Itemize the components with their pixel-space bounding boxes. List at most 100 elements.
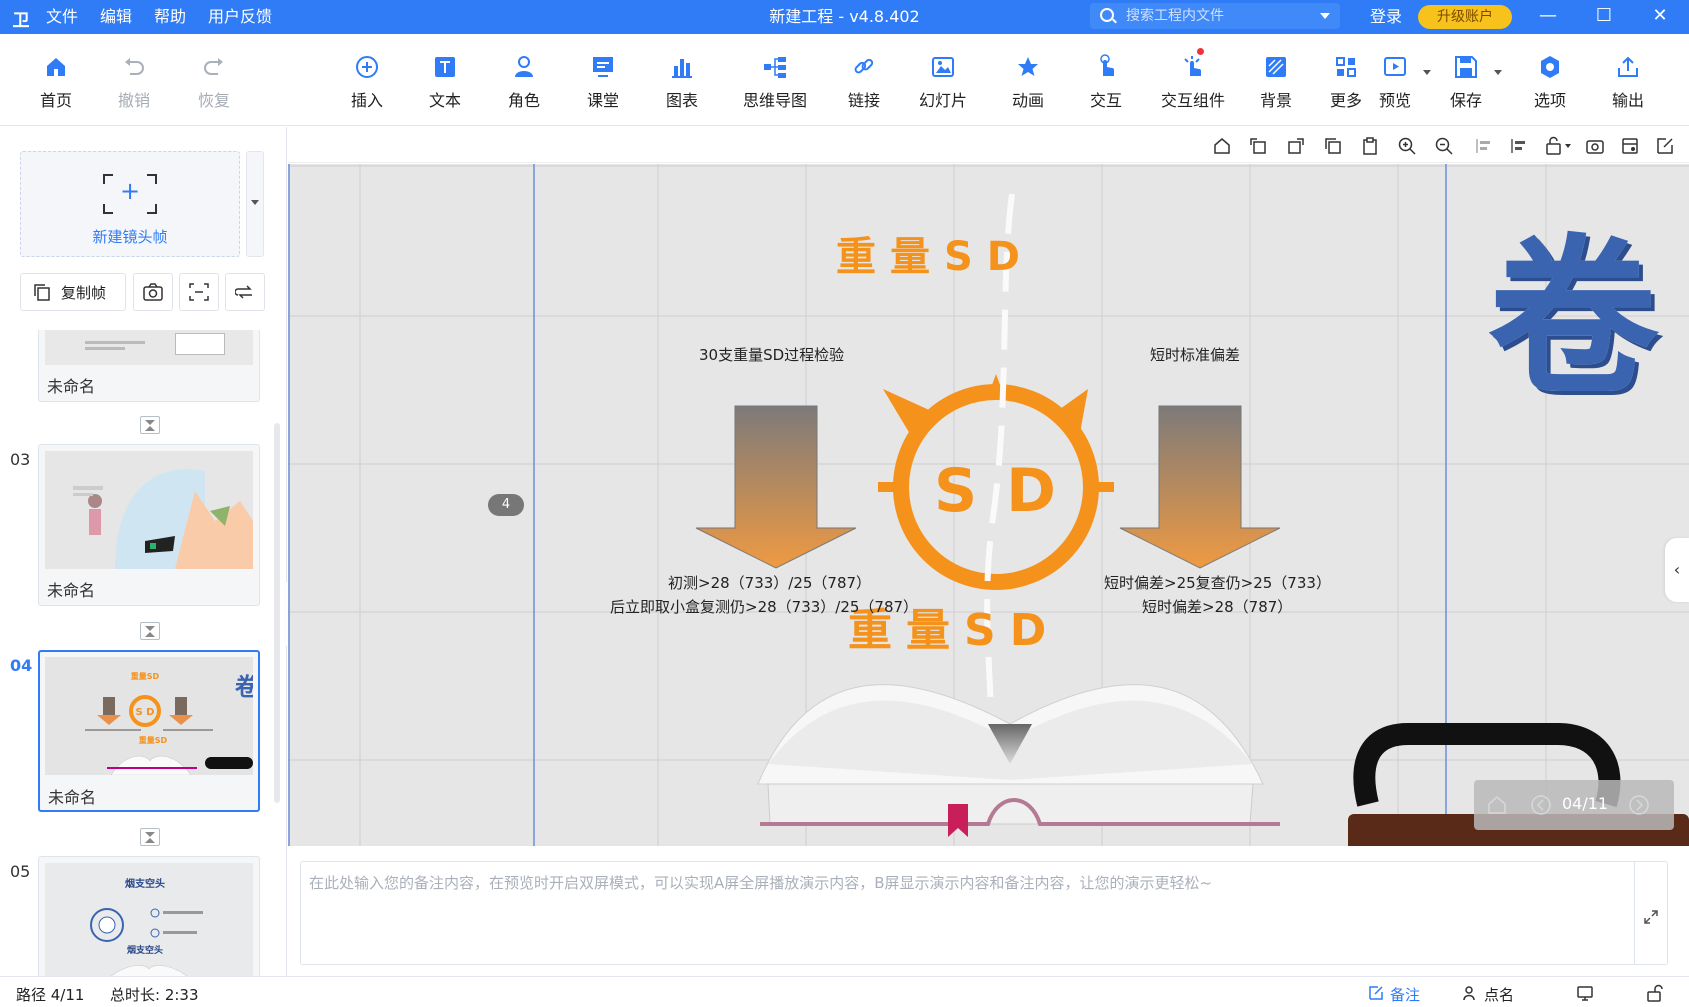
screen-icon[interactable] [1576, 984, 1594, 1002]
classroom-button[interactable]: 课堂 [565, 54, 641, 111]
transition-icon[interactable] [140, 416, 160, 434]
mindmap-button[interactable]: 思维导图 [735, 54, 815, 111]
zoom-in-icon[interactable] [1397, 136, 1417, 156]
link-button[interactable]: 链接 [826, 54, 902, 111]
left-text-2[interactable]: 后立即取小盒复测仍>28（733）/25（787） [610, 596, 918, 617]
menu-help[interactable]: 帮助 [154, 0, 186, 34]
slides-button[interactable]: 幻灯片 [905, 54, 981, 111]
menu-feedback[interactable]: 用户反馈 [208, 0, 272, 34]
panel-scrollbar[interactable] [274, 423, 280, 803]
left-text-1[interactable]: 初测>28（733）/25（787） [668, 572, 871, 593]
fit-frame-button[interactable] [179, 273, 219, 311]
notification-dot [1197, 48, 1204, 55]
rollcall-button[interactable]: 点名 [1484, 984, 1514, 1005]
animation-button[interactable]: 动画 [990, 54, 1066, 111]
project-search[interactable] [1090, 3, 1340, 29]
interaction-button[interactable]: 交互 [1068, 54, 1144, 111]
notes-toggle-button[interactable]: 备注 [1390, 984, 1420, 1005]
new-frame-button[interactable]: + 新建镜头帧 [20, 151, 240, 257]
edit-icon[interactable] [1655, 136, 1675, 156]
copy-frame-button[interactable]: 复制帧 [20, 273, 126, 311]
slide-number: 03 [10, 450, 31, 469]
upgrade-button[interactable]: 升级账户 [1418, 5, 1512, 29]
rotate-left-icon[interactable] [1248, 136, 1268, 156]
fit-screen-icon [189, 283, 209, 301]
mindmap-label: 思维导图 [742, 91, 807, 110]
slide-card[interactable]: 未命名 [38, 330, 260, 402]
canvas-toolbar [288, 127, 1689, 163]
transition-icon[interactable] [140, 828, 160, 846]
interactive-component-button[interactable]: 交互组件 [1151, 48, 1235, 111]
next-page-icon[interactable] [1628, 794, 1650, 816]
down-arrow-left [695, 405, 857, 569]
minimize-icon[interactable]: — [1528, 0, 1568, 34]
prev-page-icon[interactable] [1530, 794, 1552, 816]
preview-button[interactable]: 预览 [1357, 54, 1433, 111]
search-input[interactable] [1126, 6, 1306, 26]
collapse-right-panel-button[interactable]: ‹ [1665, 538, 1689, 602]
path-marker[interactable]: 4 [488, 494, 524, 516]
expand-icon[interactable] [1643, 909, 1659, 925]
zoom-out-icon[interactable] [1434, 136, 1454, 156]
slide-canvas[interactable]: 重量SD 重量SD S D 30支重量SD过程检验 短时标准偏差 初测>28（7… [288, 164, 1689, 846]
transition-icon[interactable] [140, 622, 160, 640]
slide-title-top[interactable]: 重量SD [836, 224, 1034, 282]
right-arrow-label[interactable]: 短时标准偏差 [1150, 344, 1240, 365]
thumb-art: 重量SD S D 重量SD 卷 [45, 657, 253, 775]
new-frame-dropdown[interactable] [246, 151, 264, 257]
bar-chart-icon [672, 59, 692, 78]
align-icon[interactable] [1474, 136, 1494, 156]
character-button[interactable]: 角色 [486, 54, 562, 111]
snapshot-button[interactable] [133, 273, 173, 311]
background-button[interactable]: 背景 [1238, 54, 1314, 111]
image-settings-icon[interactable] [1620, 136, 1640, 156]
slide-name: 未命名 [48, 788, 97, 807]
lock-icon[interactable] [1544, 136, 1574, 156]
link-icon [854, 58, 874, 74]
save-dropdown-icon[interactable] [1494, 70, 1502, 75]
home-icon[interactable] [1486, 794, 1508, 816]
copy-frame-label: 复制帧 [61, 284, 107, 302]
slide-card[interactable]: 烟支空头 烟支空头 [38, 856, 260, 976]
redo-label: 恢复 [197, 91, 230, 110]
thumb-title-bottom: 重量SD [139, 735, 168, 745]
right-text-1[interactable]: 短时偏差>25复查仍>25（733） [1104, 572, 1331, 593]
thumb-badge: 卷 [235, 673, 253, 701]
play-icon [1384, 57, 1406, 76]
redo-button[interactable]: 恢复 [176, 54, 252, 111]
duration-status: 总时长: 2:33 [110, 986, 199, 1004]
menu-file[interactable]: 文件 [46, 0, 78, 34]
switch-frame-button[interactable] [225, 273, 265, 311]
copy-icon[interactable] [1323, 136, 1343, 156]
sd-center-text: S D [934, 456, 1060, 526]
close-icon[interactable]: ✕ [1640, 0, 1680, 34]
text-button[interactable]: 文本 [407, 54, 483, 111]
undo-button[interactable]: 撤销 [96, 54, 172, 111]
slide-card-active[interactable]: 重量SD S D 重量SD 卷 未命名 [38, 650, 260, 812]
menu-edit[interactable]: 编辑 [100, 0, 132, 34]
mindmap-icon [764, 57, 786, 78]
camera-icon [143, 283, 163, 301]
big-character[interactable]: 卷 [1488, 234, 1658, 404]
paste-icon[interactable] [1360, 136, 1380, 156]
slide-card[interactable]: 未命名 [38, 444, 260, 606]
link-label: 链接 [847, 91, 880, 110]
camera-icon[interactable] [1585, 136, 1605, 156]
unlock-icon[interactable] [1646, 984, 1664, 1002]
login-link[interactable]: 登录 [1370, 0, 1402, 34]
insert-button[interactable]: 插入 [329, 54, 405, 111]
left-arrow-label[interactable]: 30支重量SD过程检验 [699, 344, 844, 365]
notes-input[interactable] [300, 861, 1668, 965]
right-text-2[interactable]: 短时偏差>28（787） [1142, 596, 1292, 617]
maximize-icon[interactable]: ☐ [1584, 0, 1624, 34]
export-button[interactable]: 输出 [1590, 54, 1666, 111]
options-button[interactable]: 选项 [1512, 54, 1588, 111]
home-button[interactable]: 首页 [18, 54, 94, 111]
rotate-right-icon[interactable] [1286, 136, 1306, 156]
align-left-icon[interactable] [1509, 136, 1529, 156]
chart-button[interactable]: 图表 [644, 54, 720, 111]
chevron-down-icon[interactable] [1320, 13, 1330, 19]
slide-thumbnail [45, 330, 253, 365]
save-button[interactable]: 保存 [1428, 54, 1504, 111]
home-view-icon[interactable] [1212, 136, 1232, 156]
